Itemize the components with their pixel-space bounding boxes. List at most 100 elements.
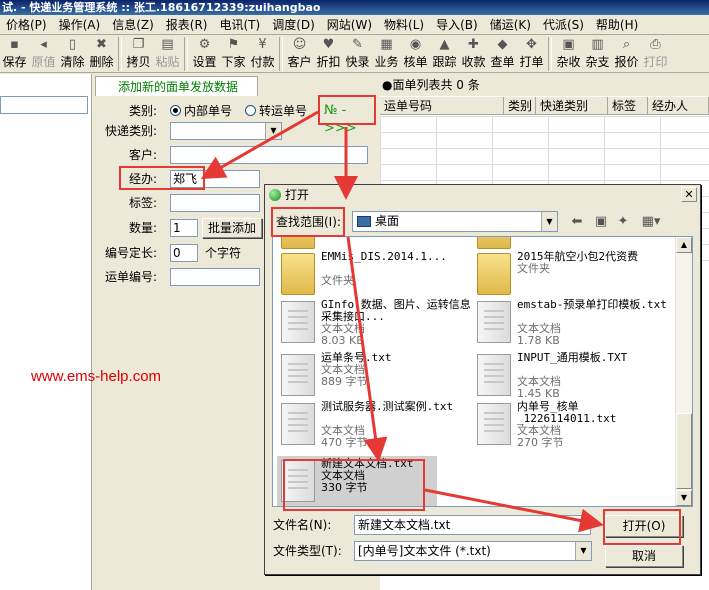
toolbar-button-label: 业务: [374, 55, 399, 69]
menu-item[interactable]: 电讯(T): [213, 15, 266, 34]
toolbar-button[interactable]: ◉ 核单: [401, 36, 430, 72]
toolbar-button[interactable]: ▯ 清除: [58, 36, 87, 72]
menu-item[interactable]: 储运(K): [484, 15, 537, 34]
menu-item[interactable]: 网站(W): [321, 15, 378, 34]
toolbar-button[interactable]: ⌕ 报价: [612, 36, 641, 72]
discount-icon: ♥: [322, 37, 335, 52]
toolbar-button[interactable]: ✎ 快录: [343, 36, 372, 72]
text-file-icon: [477, 301, 511, 343]
cancel-button[interactable]: 取消: [605, 545, 683, 567]
customer-field[interactable]: [170, 146, 368, 164]
toolbar-button-label: 原值: [31, 55, 56, 69]
file-item[interactable]: 2015年航空小包2代资费 文件夹: [473, 249, 669, 301]
waybill-field[interactable]: [170, 268, 260, 286]
text-file-icon: [281, 460, 315, 502]
filetype-select[interactable]: [内单号]文本文件 (*.txt) ▼: [354, 541, 592, 561]
form-tab-title[interactable]: 添加新的面单发放数据: [95, 76, 258, 96]
toolbar-button-label: 清除: [60, 55, 85, 69]
menu-item[interactable]: 物料(L): [378, 15, 430, 34]
fixed-length-label: 编号定长:: [104, 246, 157, 260]
file-item[interactable]: INPUT_通用模板.TXT 文本文档 1.45 KB: [473, 350, 669, 402]
toolbar-button[interactable]: ◂ 原值: [29, 36, 58, 72]
column-header[interactable]: 快递类别: [536, 97, 608, 114]
toolbar-button[interactable]: ✚ 收款: [459, 36, 488, 72]
open-button[interactable]: 打开(O): [605, 515, 683, 537]
printer-icon: ⎙: [650, 37, 661, 52]
file-item[interactable]: 内单号_核单_1226114011.txt 文本文档 270 字节: [473, 399, 669, 451]
quantity-field[interactable]: 1: [170, 219, 198, 237]
toolbar-button-label: 下家: [221, 55, 246, 69]
look-in-select[interactable]: 桌面 ▼: [352, 211, 558, 232]
waybill-label: 运单编号:: [104, 270, 157, 284]
chevron-down-icon[interactable]: ▼: [265, 123, 281, 139]
up-folder-icon[interactable]: ▣: [592, 214, 610, 229]
menu-item[interactable]: 报表(R): [160, 15, 214, 34]
menu-item[interactable]: 信息(Z): [106, 15, 160, 34]
scroll-thumb[interactable]: [676, 413, 692, 489]
toolbar-button[interactable]: ⚑ 下家: [219, 36, 248, 72]
chevron-down-icon[interactable]: ▼: [541, 212, 557, 231]
file-item[interactable]: EMMis_DIS.2014.1... 文件夹: [277, 249, 473, 301]
folder-icon: [281, 237, 315, 249]
back-arrow-icon[interactable]: ⬅: [568, 214, 586, 229]
quick-entry-icon: ✎: [352, 37, 363, 52]
toolbar-button[interactable]: ▲ 跟踪: [430, 36, 459, 72]
toolbar-button[interactable]: ⎙ 打印: [641, 36, 670, 72]
handler-field[interactable]: 郑飞: [170, 170, 260, 188]
menu-item[interactable]: 代派(S): [537, 15, 590, 34]
toolbar-button[interactable]: ¥ 付款: [248, 36, 277, 72]
radio-selected-dot: [170, 105, 181, 116]
toolbar-button-label: 杂收: [556, 55, 581, 69]
text-file-icon: [477, 354, 511, 396]
toolbar-button[interactable]: ▥ 杂支: [583, 36, 612, 72]
fixed-length-field[interactable]: 0: [170, 244, 198, 262]
column-header[interactable]: 经办人: [648, 97, 709, 114]
menu-item[interactable]: 帮助(H): [590, 15, 644, 34]
menu-item[interactable]: 操作(A): [53, 15, 107, 34]
file-item[interactable]: GInfo 数据、图片、运转信息采集接口... 文本文档 8.03 KB: [277, 297, 473, 349]
column-header[interactable]: 类别: [504, 97, 536, 114]
scroll-up-icon[interactable]: ▲: [676, 237, 692, 253]
file-item[interactable]: emstab-预录单打印模板.txt 文本文档 1.78 KB: [473, 297, 669, 349]
tag-field[interactable]: [170, 194, 260, 212]
filename-input[interactable]: 新建文本文档.txt: [354, 515, 591, 535]
barcode-symbol[interactable]: № ->>>: [324, 102, 377, 138]
radio-internal-number[interactable]: 内部单号: [170, 102, 232, 120]
left-pane-input[interactable]: [0, 96, 88, 114]
toolbar-button[interactable]: ❐ 拷贝: [124, 36, 153, 72]
toolbar-button[interactable]: ♥ 折扣: [314, 36, 343, 72]
scroll-down-icon[interactable]: ▼: [676, 490, 692, 506]
close-icon[interactable]: ✕: [681, 187, 697, 202]
file-item[interactable]: 测试服务器.测试案例.txt 文本文档 470 字节: [277, 399, 473, 451]
check-icon: ◉: [409, 37, 422, 52]
chevron-down-icon[interactable]: ▼: [575, 542, 591, 560]
list-header: ●面单列表共 0 条: [380, 74, 709, 96]
courier-type-select[interactable]: ▼: [170, 122, 282, 140]
radio-transfer-number[interactable]: 转运单号: [245, 102, 307, 120]
menu-item[interactable]: 价格(P): [0, 15, 53, 34]
new-doc-icon: ▯: [68, 37, 77, 52]
new-folder-icon[interactable]: ✦: [614, 214, 632, 229]
file-item[interactable]: 运单条号.txt 文本文档 889 字节: [277, 350, 473, 402]
column-header[interactable]: 标签: [608, 97, 648, 114]
toolbar-button[interactable]: ◆ 查单: [488, 36, 517, 72]
menu-item[interactable]: 导入(B): [430, 15, 484, 34]
menu-item[interactable]: 调度(D): [266, 15, 321, 34]
toolbar-button[interactable]: ▣ 杂收: [554, 36, 583, 72]
toolbar-separator: [118, 37, 122, 71]
toolbar-button[interactable]: ▦ 业务: [372, 36, 401, 72]
customer-icon: ☺: [292, 37, 307, 52]
toolbar-button[interactable]: ▪ 保存: [0, 36, 29, 72]
business-icon: ▦: [380, 37, 393, 52]
toolbar-button[interactable]: ✖ 删除: [87, 36, 116, 72]
toolbar-button[interactable]: ☺ 客户: [285, 36, 314, 72]
toolbar-button[interactable]: ▤ 粘贴: [153, 36, 182, 72]
toolbar-button[interactable]: ✥ 打单: [517, 36, 546, 72]
file-list-scrollbar[interactable]: ▲ ▼: [675, 237, 692, 506]
file-item[interactable]: 新建文本文档.txt 文本文档 330 字节: [277, 456, 437, 506]
column-header[interactable]: 运单号码: [380, 97, 504, 114]
view-menu-icon[interactable]: ▦▾: [638, 214, 664, 229]
file-size: 470 字节: [321, 436, 368, 449]
batch-add-button[interactable]: 批量添加: [202, 218, 262, 238]
toolbar-button[interactable]: ⚙ 设置: [190, 36, 219, 72]
